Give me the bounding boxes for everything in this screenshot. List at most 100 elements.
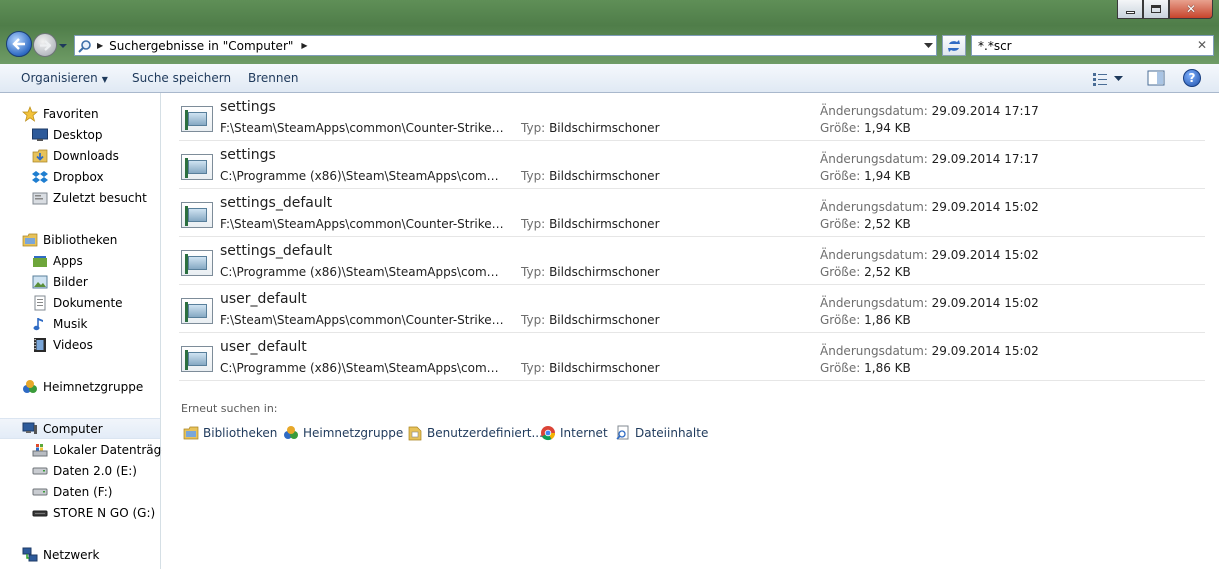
type-label: Typ: xyxy=(521,121,546,135)
address-bar[interactable]: ▶ Suchergebnisse in "Computer" ▶ xyxy=(74,35,937,56)
burn-button[interactable]: Brennen xyxy=(248,71,298,85)
sidebar-item-libraries[interactable]: Bibliotheken xyxy=(22,229,117,250)
chevron-down-icon xyxy=(923,43,933,48)
search-input[interactable]: *.*scr ✕ xyxy=(971,35,1214,56)
screensaver-file-icon xyxy=(181,202,213,228)
size-label: Größe: xyxy=(820,169,861,183)
homegroup-icon xyxy=(22,379,38,395)
sidebar-item-recent-places[interactable]: Zuletzt besucht xyxy=(32,187,147,208)
search-query[interactable]: *.*scr xyxy=(978,39,1012,53)
result-row[interactable]: settings_default F:\Steam\SteamApps\comm… xyxy=(179,189,1205,237)
refresh-icon xyxy=(948,39,960,52)
size-value: 1,86 KB xyxy=(864,361,911,375)
search-again-custom[interactable]: Benutzerdefiniert... xyxy=(407,424,543,442)
size-label: Größe: xyxy=(820,313,861,327)
file-name: settings xyxy=(220,99,276,115)
sidebar-item-dropbox[interactable]: Dropbox xyxy=(32,166,104,187)
file-path: F:\Steam\SteamApps\common\Counter-Strike… xyxy=(220,313,507,327)
sidebar-item-documents[interactable]: Dokumente xyxy=(32,292,123,313)
desktop-icon xyxy=(32,127,48,143)
back-button[interactable] xyxy=(6,31,32,57)
sidebar-item-drive-f[interactable]: Daten (F:) xyxy=(32,481,112,502)
hard-drive-icon xyxy=(32,463,48,479)
file-date: Änderungsdatum: 29.09.2014 15:02 xyxy=(820,296,1039,310)
sidebar-item-label: Dokumente xyxy=(53,295,123,310)
result-row[interactable]: settings_default C:\Programme (x86)\Stea… xyxy=(179,237,1205,285)
minimize-button[interactable] xyxy=(1117,0,1143,19)
sidebar-item-desktop[interactable]: Desktop xyxy=(32,124,103,145)
sidebar-item-computer[interactable]: Computer xyxy=(0,418,160,439)
file-type: Typ: Bildschirmschoner xyxy=(521,265,660,279)
search-again-item-label: Internet xyxy=(560,426,608,440)
video-film-icon xyxy=(32,337,48,353)
search-again-item-label: Dateiinhalte xyxy=(635,426,709,440)
sidebar-item-pictures[interactable]: Bilder xyxy=(32,271,88,292)
maximize-button[interactable] xyxy=(1143,0,1169,19)
sidebar-item-apps[interactable]: Apps xyxy=(32,250,83,271)
result-row[interactable]: user_default C:\Programme (x86)\Steam\St… xyxy=(179,333,1205,381)
screensaver-file-icon xyxy=(181,154,213,180)
breadcrumb-separator-icon[interactable]: ▶ xyxy=(97,41,103,50)
size-value: 1,86 KB xyxy=(864,313,911,327)
sidebar-item-label: Zuletzt besucht xyxy=(53,190,147,205)
sidebar-item-label: Bibliotheken xyxy=(43,232,118,247)
sidebar-item-label: Favoriten xyxy=(43,106,99,121)
help-icon[interactable]: ? xyxy=(1183,69,1201,87)
type-label: Typ: xyxy=(521,217,546,231)
search-again-label: Erneut suchen in: xyxy=(181,402,278,415)
result-row[interactable]: user_default F:\Steam\SteamApps\common\C… xyxy=(179,285,1205,333)
search-again-file-contents[interactable]: Dateiinhalte xyxy=(615,424,708,442)
close-button[interactable]: ✕ xyxy=(1169,0,1213,19)
type-value: Bildschirmschoner xyxy=(549,313,660,327)
size-label: Größe: xyxy=(820,121,861,135)
library-icon xyxy=(22,232,38,248)
organize-button[interactable]: Organisieren ▼ xyxy=(21,71,108,85)
type-value: Bildschirmschoner xyxy=(549,121,660,135)
sidebar-item-videos[interactable]: Videos xyxy=(32,334,93,355)
date-value: 29.09.2014 15:02 xyxy=(931,248,1039,262)
size-label: Größe: xyxy=(820,361,861,375)
chevron-down-icon: ▼ xyxy=(101,75,108,84)
preview-pane-icon xyxy=(1147,70,1165,86)
file-path: F:\Steam\SteamApps\common\Counter-Strike… xyxy=(220,217,507,231)
type-label: Typ: xyxy=(521,313,546,327)
recent-pages-dropdown[interactable] xyxy=(58,40,68,50)
file-path: F:\Steam\SteamApps\common\Counter-Strike… xyxy=(220,121,507,135)
sidebar-item-homegroup[interactable]: Heimnetzgruppe xyxy=(22,376,143,397)
search-results-pane: settings F:\Steam\SteamApps\common\Count… xyxy=(162,93,1219,569)
sidebar-item-label: Daten 2.0 (E:) xyxy=(53,463,137,478)
sidebar-item-label: Downloads xyxy=(53,148,119,163)
change-view-button[interactable] xyxy=(1092,71,1128,87)
file-name: settings_default xyxy=(220,195,333,211)
sidebar-item-downloads[interactable]: Downloads xyxy=(32,145,119,166)
result-row[interactable]: settings C:\Programme (x86)\Steam\SteamA… xyxy=(179,141,1205,189)
sidebar-item-local-disk[interactable]: Lokaler Datenträger xyxy=(32,439,174,460)
date-label: Änderungsdatum: xyxy=(820,248,928,262)
sidebar-item-network[interactable]: Netzwerk xyxy=(22,544,99,565)
search-again-internet[interactable]: Internet xyxy=(540,424,608,442)
close-icon: ✕ xyxy=(1185,2,1197,16)
sidebar-item-favorites[interactable]: Favoriten xyxy=(22,103,99,124)
date-label: Änderungsdatum: xyxy=(820,296,928,310)
breadcrumb-separator-icon[interactable]: ▶ xyxy=(301,41,307,50)
file-type: Typ: Bildschirmschoner xyxy=(521,217,660,231)
sidebar-item-drive-e[interactable]: Daten 2.0 (E:) xyxy=(32,460,137,481)
clear-search-icon[interactable]: ✕ xyxy=(1197,38,1207,52)
breadcrumb-current[interactable]: Suchergebnisse in "Computer" xyxy=(109,39,293,53)
sidebar-item-music[interactable]: Musik xyxy=(32,313,88,334)
forward-button[interactable] xyxy=(33,33,57,57)
file-path: C:\Programme (x86)\Steam\SteamApps\commo… xyxy=(220,265,507,279)
type-label: Typ: xyxy=(521,361,546,375)
file-path: C:\Programme (x86)\Steam\SteamApps\commo… xyxy=(220,361,507,375)
preview-pane-button[interactable] xyxy=(1147,70,1165,86)
result-row[interactable]: settings F:\Steam\SteamApps\common\Count… xyxy=(179,93,1205,141)
date-label: Änderungsdatum: xyxy=(820,344,928,358)
search-again-libraries[interactable]: Bibliotheken xyxy=(183,424,277,442)
search-again-homegroup[interactable]: Heimnetzgruppe xyxy=(283,424,403,442)
address-dropdown[interactable] xyxy=(922,39,934,53)
sidebar-item-drive-g[interactable]: STORE N GO (G:) xyxy=(32,502,155,523)
refresh-button[interactable] xyxy=(942,35,966,56)
forward-arrow-icon xyxy=(40,39,51,51)
save-search-button[interactable]: Suche speichern xyxy=(132,71,231,85)
homegroup-icon xyxy=(283,425,299,441)
